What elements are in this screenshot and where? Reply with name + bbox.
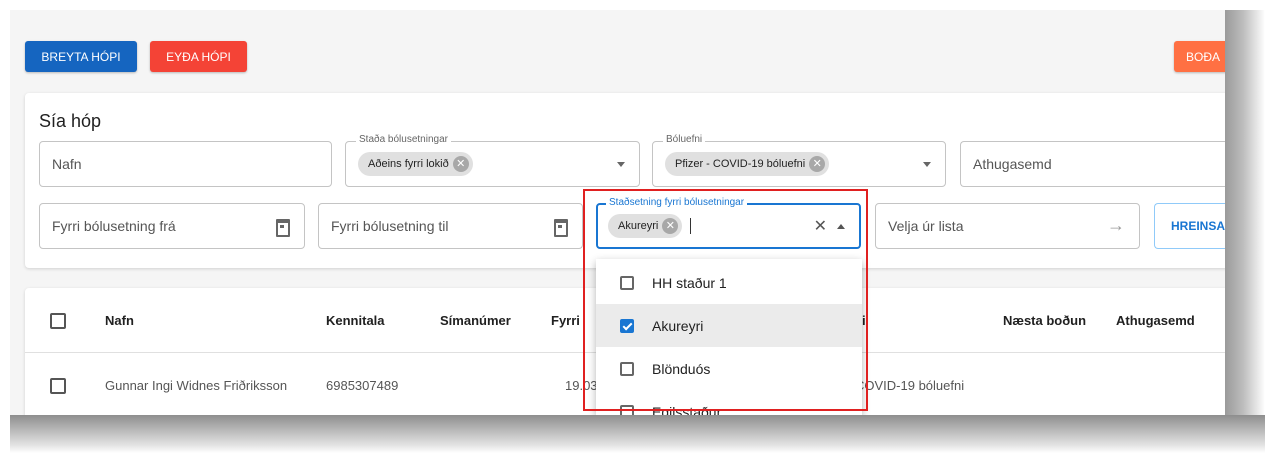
- vaccine-chip-label: Pfizer - COVID-19 bóluefni: [675, 158, 806, 170]
- chip-remove-icon[interactable]: ✕: [809, 156, 826, 172]
- highlight-box: [583, 189, 868, 411]
- name-placeholder: Nafn: [52, 156, 82, 172]
- status-chip[interactable]: Aðeins fyrri lokið ✕: [358, 152, 473, 176]
- pick-list-placeholder: Velja úr lista: [888, 218, 964, 234]
- chevron-down-icon[interactable]: [923, 162, 931, 167]
- vaccine-label: Bóluefni: [663, 134, 706, 145]
- chip-remove-icon[interactable]: ✕: [452, 156, 469, 172]
- note-placeholder: Athugasemd: [973, 156, 1052, 172]
- vaccination-status-select[interactable]: Staða bólusetningar Aðeins fyrri lokið ✕: [345, 134, 640, 187]
- column-header-first[interactable]: Fyrri: [551, 313, 580, 328]
- column-header-next-invite[interactable]: Næsta boðun: [1003, 313, 1086, 328]
- clear-filters-label: HREINSA: [1171, 219, 1225, 233]
- status-chip-label: Aðeins fyrri lokið: [368, 158, 449, 170]
- cell-name: Gunnar Ingi Widnes Friðriksson: [105, 378, 288, 393]
- column-header-name[interactable]: Nafn: [105, 313, 134, 328]
- column-header-kennitala[interactable]: Kennitala: [326, 313, 385, 328]
- first-vaccination-from-input[interactable]: Fyrri bólusetning frá: [39, 203, 305, 249]
- shadow-edge-right: [1225, 10, 1265, 430]
- first-vaccination-to-input[interactable]: Fyrri bólusetning til: [318, 203, 583, 249]
- select-all-checkbox[interactable]: [50, 313, 66, 329]
- clear-filters-button[interactable]: HREINSA: [1154, 203, 1225, 249]
- name-input[interactable]: Nafn: [39, 141, 332, 187]
- vaccine-chip[interactable]: Pfizer - COVID-19 bóluefni ✕: [665, 152, 830, 176]
- first-to-placeholder: Fyrri bólusetning til: [331, 218, 449, 234]
- calendar-icon[interactable]: [554, 219, 568, 237]
- note-input[interactable]: Athugasemd: [960, 141, 1225, 187]
- column-header-phone[interactable]: Símanúmer: [440, 313, 511, 328]
- invite-button[interactable]: BOÐA: [1174, 41, 1225, 72]
- column-header-note[interactable]: Athugasemd: [1116, 313, 1224, 328]
- delete-group-button[interactable]: EYÐA HÓPI: [150, 41, 247, 72]
- shadow-edge-bottom: [10, 415, 1265, 453]
- arrow-right-icon[interactable]: →: [1107, 215, 1125, 236]
- cell-vaccine: COVID-19 bóluefni: [855, 378, 965, 393]
- first-from-placeholder: Fyrri bólusetning frá: [52, 218, 176, 234]
- cell-kennitala: 6985307489: [326, 378, 399, 393]
- filter-title: Sía hóp: [39, 111, 102, 131]
- vaccination-status-label: Staða bólusetningar: [356, 134, 451, 145]
- pick-from-list-input[interactable]: Velja úr lista →: [875, 203, 1140, 249]
- row-checkbox[interactable]: [50, 378, 66, 394]
- vaccine-select[interactable]: Bóluefni Pfizer - COVID-19 bóluefni ✕: [652, 134, 946, 187]
- calendar-icon[interactable]: [276, 219, 290, 237]
- chevron-down-icon[interactable]: [617, 162, 625, 167]
- edit-group-button[interactable]: BREYTA HÓPI: [25, 41, 137, 72]
